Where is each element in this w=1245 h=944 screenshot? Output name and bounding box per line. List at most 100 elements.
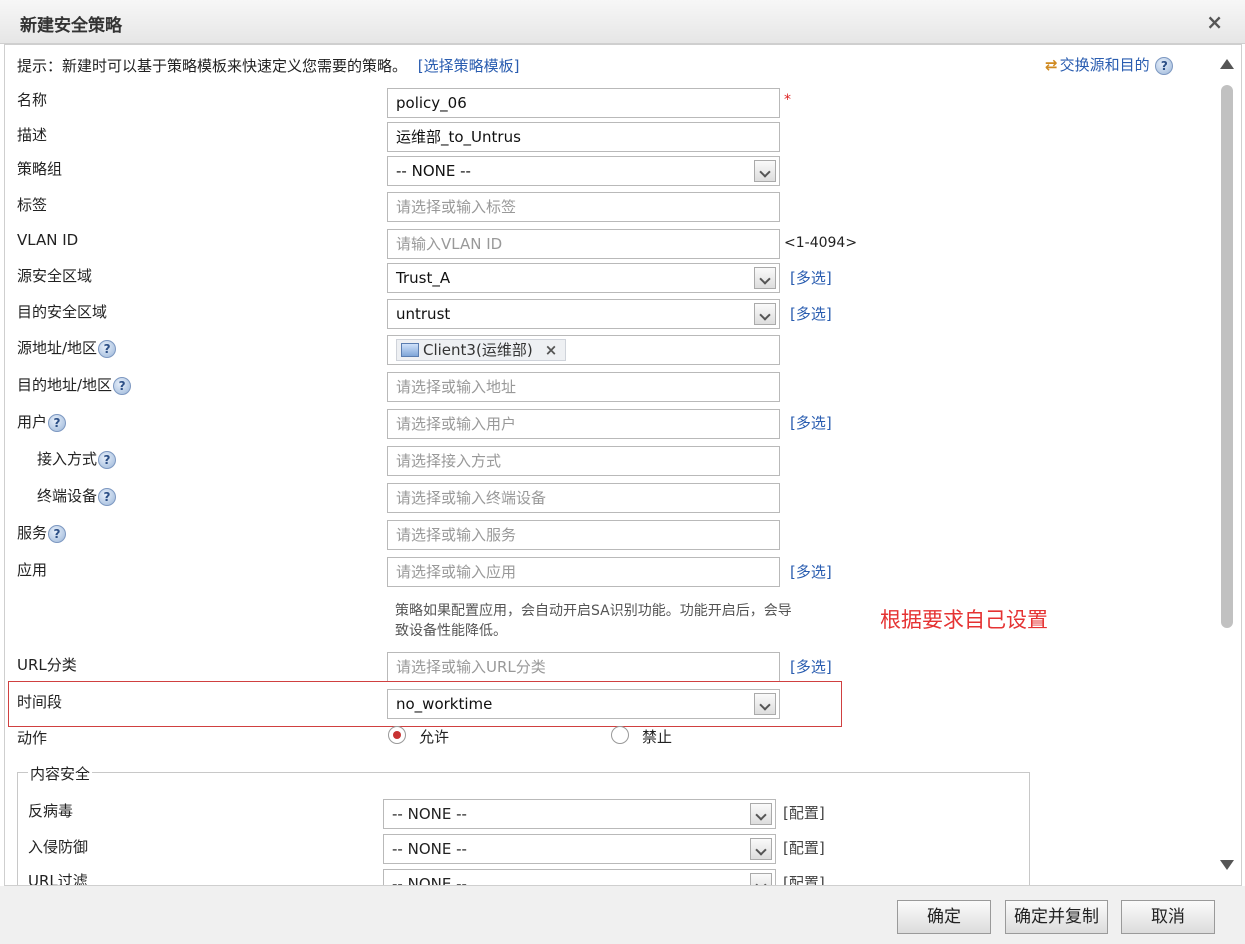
user-label: 用户? [17, 411, 67, 432]
src-addr-label-text: 源地址/地区 [17, 339, 98, 357]
src-zone-multi-link[interactable]: [多选] [790, 267, 832, 288]
tag-label: 标签 [17, 196, 48, 214]
allow-radio[interactable] [388, 726, 406, 744]
dst-zone-multi-link[interactable]: [多选] [790, 303, 832, 324]
service-label: 服务? [17, 522, 67, 543]
service-label-text: 服务 [17, 524, 48, 542]
dst-zone-value: untrust [396, 305, 451, 323]
scroll-up-icon[interactable] [1220, 59, 1234, 69]
hint-row: 提示：新建时可以基于策略模板来快速定义您需要的策略。 [选择策略模板] [17, 55, 520, 76]
url-filter-label: URL过滤 [28, 872, 88, 886]
src-zone-select[interactable]: Trust_A [387, 263, 780, 293]
dialog-title: 新建安全策略 [20, 16, 122, 36]
antivirus-select[interactable]: -- NONE -- [383, 799, 776, 829]
close-icon[interactable]: × [1206, 10, 1223, 34]
help-icon[interactable]: ? [98, 487, 117, 506]
chevron-down-icon[interactable] [754, 693, 776, 715]
swap-icon: ⇄ [1045, 56, 1058, 74]
tag-field[interactable]: 请选择或输入标签 [387, 192, 780, 222]
name-label: 名称 [17, 91, 48, 109]
help-icon[interactable]: ? [48, 524, 67, 543]
chevron-down-icon[interactable] [754, 267, 776, 289]
desc-field[interactable]: 运维部_to_Untrus [387, 122, 780, 152]
time-select[interactable]: no_worktime [387, 689, 780, 719]
user-multi-link[interactable]: [多选] [790, 412, 832, 433]
antivirus-config-link[interactable]: [配置] [783, 802, 825, 823]
src-zone-value: Trust_A [396, 269, 451, 287]
src-addr-field[interactable]: Client3(运维部) × [387, 335, 780, 365]
dst-zone-label: 目的安全区域 [17, 303, 108, 321]
dst-addr-field[interactable]: 请选择或输入地址 [387, 372, 780, 402]
dst-addr-label-text: 目的地址/地区 [17, 376, 113, 394]
help-icon[interactable]: ? [98, 339, 117, 358]
content-security-group: 内容安全 反病毒 -- NONE -- [配置] 入侵防御 -- NONE --… [17, 763, 1030, 886]
name-field[interactable]: policy_06 [387, 88, 780, 118]
ips-label: 入侵防御 [28, 838, 89, 856]
ok-button[interactable]: 确定 [897, 900, 991, 934]
vlan-range-hint: <1-4094> [784, 235, 858, 251]
app-note: 策略如果配置应用，会自动开启SA识别功能。功能开启后，会导致设备性能降低。 [395, 603, 792, 639]
user-field[interactable]: 请选择或输入用户 [387, 409, 780, 439]
cancel-button[interactable]: 取消 [1121, 900, 1215, 934]
action-label: 动作 [17, 729, 48, 747]
deny-radio[interactable] [611, 726, 629, 744]
service-field[interactable]: 请选择或输入服务 [387, 520, 780, 550]
vlan-field[interactable]: 请输入VLAN ID [387, 229, 780, 259]
url-label: URL分类 [17, 656, 77, 674]
policy-group-select[interactable]: -- NONE -- [387, 156, 780, 186]
chevron-down-icon[interactable] [750, 803, 772, 825]
remove-chip-icon[interactable]: × [545, 341, 558, 359]
url-multi-link[interactable]: [多选] [790, 656, 832, 677]
deny-label: 禁止 [642, 728, 673, 746]
access-label: 接入方式? [37, 448, 117, 469]
help-icon[interactable]: ? [48, 413, 67, 432]
ips-config-link[interactable]: [配置] [783, 837, 825, 858]
select-template-link[interactable]: [选择策略模板] [418, 57, 520, 75]
required-mark: * [784, 92, 791, 108]
chevron-down-icon[interactable] [754, 303, 776, 325]
chevron-down-icon[interactable] [750, 873, 772, 885]
dialog-footer: 确定 确定并复制 取消 [0, 886, 1245, 944]
ips-select[interactable]: -- NONE -- [383, 834, 776, 864]
app-field[interactable]: 请选择或输入应用 [387, 557, 780, 587]
allow-label: 允许 [419, 728, 450, 746]
help-icon[interactable]: ? [98, 450, 117, 469]
hint-text: 提示：新建时可以基于策略模板来快速定义您需要的策略。 [17, 57, 408, 75]
terminal-label: 终端设备? [37, 485, 117, 506]
scroll-down-icon[interactable] [1220, 860, 1234, 870]
antivirus-label: 反病毒 [28, 802, 74, 820]
help-icon[interactable]: ? [113, 376, 132, 395]
help-icon[interactable]: ? [1155, 56, 1174, 75]
form-content: 提示：新建时可以基于策略模板来快速定义您需要的策略。 [选择策略模板] ⇄ 交换源… [5, 45, 1213, 886]
swap-label: 交换源和目的 [1059, 56, 1150, 74]
vertical-scrollbar[interactable] [1213, 45, 1241, 885]
policy-group-label: 策略组 [17, 160, 63, 178]
address-chip: Client3(运维部) × [396, 339, 567, 361]
access-label-text: 接入方式 [37, 450, 98, 468]
address-chip-label: Client3(运维部) [423, 341, 533, 359]
chevron-down-icon[interactable] [750, 838, 772, 860]
chevron-down-icon[interactable] [754, 160, 776, 182]
dialog-body: 提示：新建时可以基于策略模板来快速定义您需要的策略。 [选择策略模板] ⇄ 交换源… [4, 44, 1242, 886]
time-value: no_worktime [396, 695, 493, 713]
url-field[interactable]: 请选择或输入URL分类 [387, 652, 780, 682]
ok-copy-button[interactable]: 确定并复制 [1005, 900, 1108, 934]
policy-group-value: -- NONE -- [396, 162, 471, 180]
time-label: 时间段 [17, 693, 63, 711]
computer-icon [401, 343, 419, 357]
terminal-field[interactable]: 请选择或输入终端设备 [387, 483, 780, 513]
url-filter-value: -- NONE -- [392, 875, 467, 886]
swap-src-dst-link[interactable]: ⇄ 交换源和目的 ? [1045, 54, 1174, 75]
url-filter-config-link[interactable]: [配置] [783, 872, 825, 885]
app-multi-link[interactable]: [多选] [790, 561, 832, 582]
content-security-legend: 内容安全 [28, 763, 93, 784]
app-label: 应用 [17, 561, 48, 579]
dst-zone-select[interactable]: untrust [387, 299, 780, 329]
access-field[interactable]: 请选择接入方式 [387, 446, 780, 476]
annotation-text: 根据要求自己设置 [880, 608, 1048, 632]
scroll-thumb[interactable] [1221, 85, 1233, 628]
terminal-label-text: 终端设备 [37, 487, 98, 505]
src-addr-label: 源地址/地区? [17, 337, 117, 358]
src-zone-label: 源安全区域 [17, 267, 93, 285]
url-filter-select[interactable]: -- NONE -- [383, 869, 776, 886]
